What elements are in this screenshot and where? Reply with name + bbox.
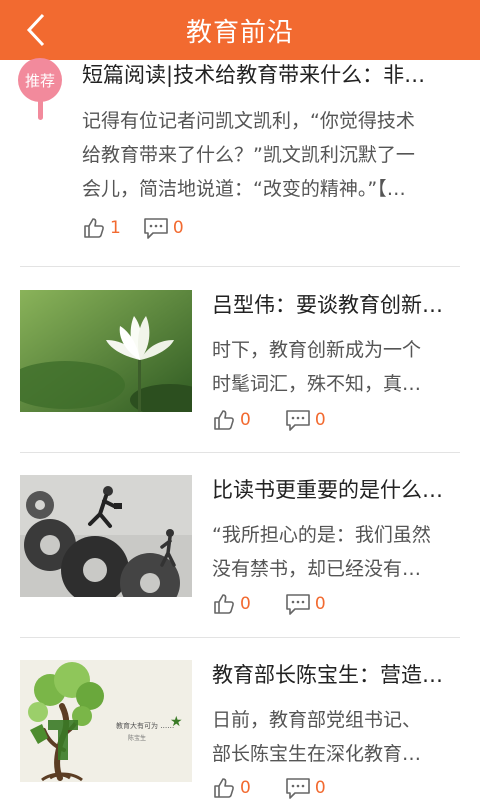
comment-count: 0 (314, 778, 326, 798)
divider (20, 266, 460, 267)
like-count: 0 (240, 594, 251, 614)
featured-stats: 1 0 (82, 216, 184, 240)
like-button[interactable]: 0 (212, 776, 251, 800)
like-button[interactable]: 0 (212, 592, 251, 616)
recommend-badge: 推荐 (18, 58, 64, 124)
like-count: 0 (240, 778, 251, 798)
featured-summary-line: 记得有位记者问凯文凯利，“你觉得技术 (82, 110, 415, 132)
comment-button[interactable]: 0 (143, 216, 184, 240)
article-summary: 时下，教育创新成为一个 时髦词汇，殊不知，真… (212, 333, 452, 401)
comment-icon (286, 410, 310, 431)
article-title[interactable]: 比读书更重要的是什么… (212, 475, 462, 505)
comment-button[interactable]: 0 (285, 408, 326, 432)
comment-count: 0 (314, 410, 326, 430)
comment-count: 0 (314, 594, 326, 614)
badge-tail (38, 98, 43, 120)
thumbs-up-icon (214, 410, 234, 430)
thumbs-up-icon (84, 218, 104, 238)
chevron-left-icon (26, 13, 45, 47)
like-count: 1 (110, 218, 121, 238)
article-title[interactable]: 教育部长陈宝生：营造… (212, 660, 462, 690)
article-summary: 日前，教育部党组书记、 部长陈宝生在深化教育… (212, 703, 452, 771)
article-stats: 0 0 (212, 776, 326, 800)
svg-text:教育大有可为 ……: 教育大有可为 …… (116, 721, 174, 730)
featured-summary: 记得有位记者问凯文凯利，“你觉得技术 给教育带来了什么？”凯文凯利沉默了一 会儿… (82, 104, 462, 206)
recommend-badge-label: 推荐 (18, 58, 62, 102)
comment-icon (144, 218, 168, 239)
like-button[interactable]: 0 (212, 408, 251, 432)
article-summary-line: 部长陈宝生在深化教育… (212, 743, 422, 765)
like-count: 0 (240, 410, 251, 430)
article-summary-line: 日前，教育部党组书记、 (212, 709, 422, 731)
comment-icon (286, 594, 310, 615)
comment-button[interactable]: 0 (285, 592, 326, 616)
top-bar: 教育前沿 (0, 0, 480, 60)
divider (20, 452, 460, 453)
article-title[interactable]: 吕型伟：要谈教育创新… (212, 290, 462, 320)
comment-button[interactable]: 0 (285, 776, 326, 800)
featured-summary-line: 给教育带来了什么？”凯文凯利沉默了一 (82, 144, 415, 166)
article-summary: “我所担心的是：我们虽然 没有禁书，却已经没有… (212, 518, 452, 586)
comment-icon (286, 778, 310, 799)
divider (20, 637, 460, 638)
like-button[interactable]: 1 (82, 216, 121, 240)
article-summary-line: 时髦词汇，殊不知，真… (212, 373, 422, 395)
comment-count: 0 (172, 218, 184, 238)
featured-summary-line: 会儿，简洁地说道：“改变的精神。”【… (82, 178, 406, 200)
article-summary-line: 时下，教育创新成为一个 (212, 339, 422, 361)
svg-text:★: ★ (170, 714, 183, 730)
featured-title[interactable]: 短篇阅读|技术给教育带来什么：非… (82, 60, 462, 90)
article-thumbnail[interactable]: 教育大有可为 …… 陈宝生 ★ (20, 660, 192, 782)
back-button[interactable] (16, 8, 56, 52)
article-thumbnail[interactable] (20, 475, 192, 597)
article-stats: 0 0 (212, 592, 326, 616)
thumbs-up-icon (214, 778, 234, 798)
svg-text:陈宝生: 陈宝生 (128, 734, 146, 742)
thumbs-up-icon (214, 594, 234, 614)
article-stats: 0 0 (212, 408, 326, 432)
article-summary-line: 没有禁书，却已经没有… (212, 558, 422, 580)
page-title: 教育前沿 (185, 17, 294, 48)
article-summary-line: “我所担心的是：我们虽然 (212, 524, 431, 546)
article-thumbnail[interactable] (20, 290, 192, 412)
